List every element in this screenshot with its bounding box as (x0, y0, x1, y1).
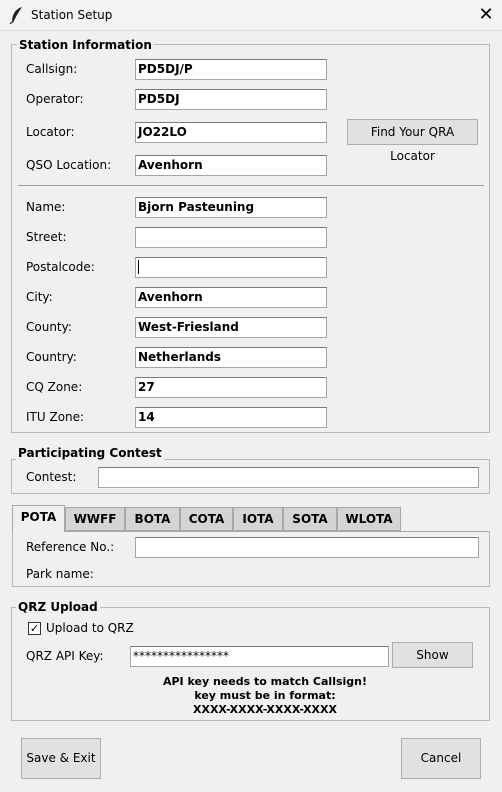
postalcode-field[interactable] (135, 257, 327, 278)
tab-iota[interactable]: IOTA (233, 507, 283, 531)
tab-cota[interactable]: COTA (180, 507, 233, 531)
find-qra-locator-label: Find Your QRA Locator (370, 125, 455, 163)
park-name-label: Park name: (26, 567, 94, 581)
api-key-note-line2: key must be in format: (194, 689, 336, 702)
callsign-label: Callsign: (26, 62, 78, 76)
show-api-key-button[interactable]: Show (392, 642, 473, 668)
active-tab-gap (13, 531, 64, 532)
cancel-button[interactable]: Cancel (401, 738, 481, 779)
qrz-upload-legend: QRZ Upload (16, 600, 100, 614)
qrz-api-key-label: QRZ API Key: (26, 649, 104, 663)
window-title: Station Setup (31, 8, 113, 22)
text-cursor (138, 259, 139, 274)
contest-field[interactable] (98, 467, 479, 488)
cq-zone-field[interactable]: 27 (135, 377, 327, 398)
postalcode-label: Postalcode: (26, 260, 95, 274)
operator-label: Operator: (26, 92, 84, 106)
qso-location-field[interactable]: Avenhorn (135, 155, 327, 176)
county-label: County: (26, 320, 72, 334)
city-field[interactable]: Avenhorn (135, 287, 327, 308)
feather-icon (9, 7, 22, 24)
street-field[interactable] (135, 227, 327, 248)
api-key-note-line1: API key needs to match Callsign! (162, 675, 368, 688)
title-bar: Station Setup ✕ (0, 0, 502, 31)
name-label: Name: (26, 200, 66, 214)
reference-no-label: Reference No.: (26, 540, 115, 554)
cancel-label: Cancel (420, 751, 462, 765)
reference-no-field[interactable] (135, 537, 479, 558)
contest-label: Contest: (26, 470, 77, 484)
tab-bota[interactable]: BOTA (125, 507, 180, 531)
locator-label: Locator: (26, 125, 75, 139)
tab-wwff[interactable]: WWFF (65, 507, 125, 531)
close-button[interactable]: ✕ (476, 4, 496, 26)
station-info-separator (18, 185, 484, 186)
save-exit-button[interactable]: Save & Exit (21, 738, 101, 779)
show-api-key-label: Show (416, 648, 449, 662)
country-label: Country: (26, 350, 77, 364)
upload-to-qrz-label[interactable]: Upload to QRZ (46, 620, 134, 636)
itu-zone-label: ITU Zone: (26, 410, 85, 424)
qrz-api-key-field[interactable]: **************** (130, 646, 389, 667)
participating-contest-legend: Participating Contest (16, 446, 164, 460)
itu-zone-field[interactable]: 14 (135, 407, 327, 428)
qso-location-label: QSO Location: (26, 158, 112, 172)
api-key-note-line3: XXXX-XXXX-XXXX-XXXX (192, 703, 337, 716)
find-qra-locator-button[interactable]: Find Your QRA Locator (347, 119, 478, 163)
city-label: City: (26, 290, 53, 304)
callsign-field[interactable]: PD5DJ/P (135, 59, 327, 80)
upload-to-qrz-checkbox[interactable]: ✓ (28, 622, 41, 635)
tab-sota[interactable]: SOTA (283, 507, 337, 531)
tab-wlota[interactable]: WLOTA (337, 507, 401, 531)
county-field[interactable]: West-Friesland (135, 317, 327, 338)
street-label: Street: (26, 230, 67, 244)
locator-field[interactable]: JO22LO (135, 122, 327, 143)
program-tabs: POTA WWFF BOTA COTA IOTA SOTA WLOTA (12, 505, 490, 532)
tab-pota[interactable]: POTA (12, 505, 65, 532)
station-information-legend: Station Information (17, 38, 154, 52)
name-field[interactable]: Bjorn Pasteuning (135, 197, 327, 218)
cq-zone-label: CQ Zone: (26, 380, 83, 394)
country-field[interactable]: Netherlands (135, 347, 327, 368)
save-exit-label: Save & Exit (26, 751, 96, 765)
operator-field[interactable]: PD5DJ (135, 89, 327, 110)
